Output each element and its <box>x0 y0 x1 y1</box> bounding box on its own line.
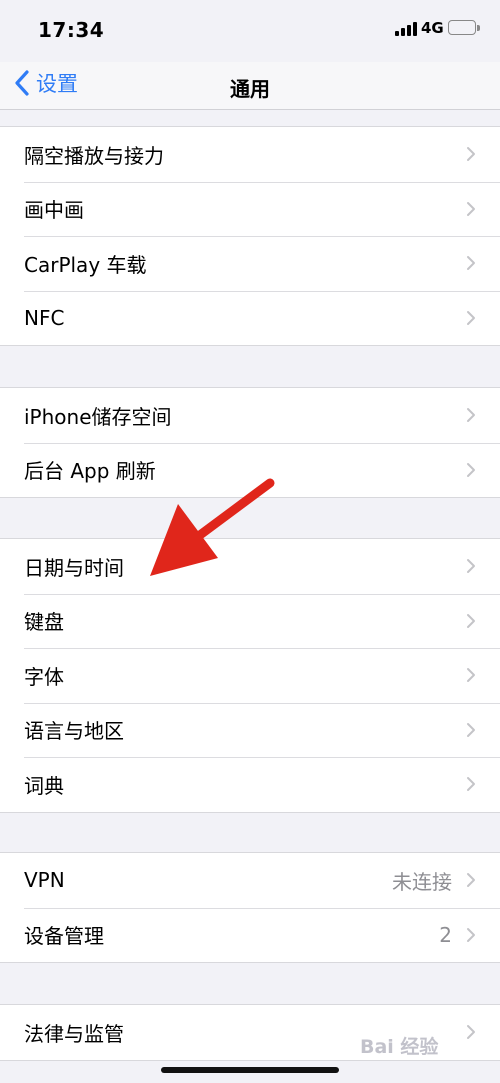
settings-row[interactable]: VPN 未连接 <box>0 853 500 908</box>
chevron-right-icon <box>467 777 475 792</box>
settings-row-value: 2 <box>439 922 452 947</box>
chevron-right-icon <box>467 147 475 162</box>
chevron-right-icon <box>467 201 475 216</box>
network-type: 4G <box>421 19 444 37</box>
settings-row-label: 语言与地区 <box>24 719 124 744</box>
status-time: 17:34 <box>38 18 105 42</box>
chevron-right-icon <box>467 668 475 683</box>
settings-row[interactable]: NFC <box>0 290 500 346</box>
settings-row-label: CarPlay 车载 <box>24 252 147 277</box>
status-bar: 17:34 4G <box>0 0 500 62</box>
settings-row[interactable]: 键盘 <box>0 593 500 649</box>
settings-row-label: VPN <box>24 868 65 893</box>
settings-row[interactable]: 画中画 <box>0 181 500 237</box>
settings-group: VPN 未连接设备管理 2 <box>0 852 500 963</box>
chevron-right-icon <box>467 873 475 888</box>
settings-row[interactable]: 语言与地区 <box>0 702 500 758</box>
chevron-right-icon <box>467 256 475 271</box>
chevron-right-icon <box>467 462 475 477</box>
settings-group: iPhone储存空间 后台 App 刷新 <box>0 387 500 498</box>
settings-row-label: 设备管理 <box>24 924 104 949</box>
settings-row-label: 词典 <box>24 773 64 798</box>
chevron-right-icon <box>467 613 475 628</box>
chevron-right-icon <box>467 927 475 942</box>
home-indicator[interactable] <box>161 1067 339 1073</box>
chevron-right-icon <box>467 559 475 574</box>
settings-row-value: 未连接 <box>392 869 452 894</box>
chevron-right-icon <box>467 310 475 325</box>
chevron-right-icon <box>467 408 475 423</box>
settings-row[interactable]: 字体 <box>0 648 500 703</box>
settings-row[interactable]: 隔空播放与接力 <box>0 127 500 182</box>
settings-row-label: 隔空播放与接力 <box>24 143 164 168</box>
settings-row-label: 日期与时间 <box>24 555 124 580</box>
signal-strength-icon <box>395 22 417 36</box>
chevron-right-icon <box>467 1025 475 1040</box>
settings-row[interactable]: 后台 App 刷新 <box>0 442 500 498</box>
settings-row-label: 画中画 <box>24 198 84 223</box>
settings-row-label: 字体 <box>24 664 64 689</box>
settings-row-label: 后台 App 刷新 <box>24 459 156 484</box>
chevron-right-icon <box>467 722 475 737</box>
settings-row-label: NFC <box>24 305 65 330</box>
settings-general-screen: 17:34 4G 设置 通用 隔空播放与接力 画中画 CarPlay 车载 NFC iP… <box>0 0 500 1083</box>
settings-row-label: 法律与监管 <box>24 1021 124 1046</box>
battery-icon <box>448 20 480 35</box>
settings-row-label: iPhone储存空间 <box>24 404 172 429</box>
page-title: 通用 <box>230 77 270 101</box>
settings-row[interactable]: 日期与时间 <box>0 539 500 594</box>
settings-row-label: 键盘 <box>24 610 64 635</box>
settings-group: 隔空播放与接力 画中画 CarPlay 车载 NFC <box>0 126 500 346</box>
settings-row[interactable]: 设备管理 2 <box>0 907 500 963</box>
settings-row[interactable]: iPhone储存空间 <box>0 388 500 443</box>
settings-row[interactable]: 词典 <box>0 757 500 812</box>
navigation-bar: 设置 通用 <box>0 62 500 110</box>
watermark: Bai 经验 <box>360 1036 439 1058</box>
settings-group: 日期与时间键盘字体语言与地区词典 <box>0 538 500 813</box>
settings-row[interactable]: CarPlay 车载 <box>0 236 500 291</box>
